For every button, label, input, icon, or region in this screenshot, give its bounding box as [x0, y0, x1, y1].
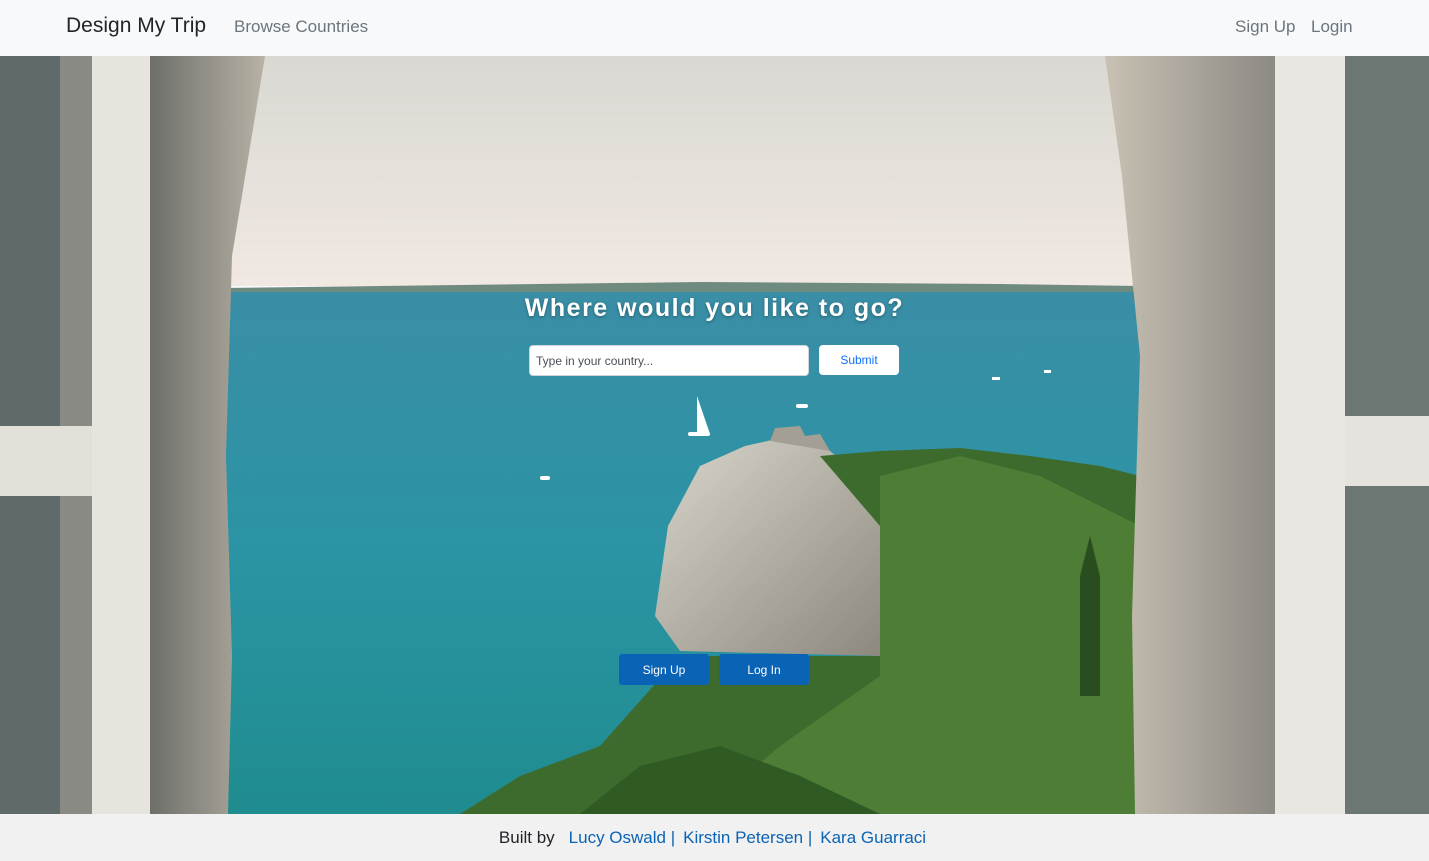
author-link-lucy[interactable]: Lucy Oswald | — [569, 828, 675, 848]
footer: Built by Lucy Oswald | Kirstin Petersen … — [0, 814, 1429, 861]
navbar: Design My Trip Browse Countries Sign Up … — [0, 0, 1429, 56]
nav-login[interactable]: Login — [1311, 17, 1353, 37]
built-by-label: Built by — [498, 827, 555, 847]
country-search-input[interactable] — [529, 345, 809, 376]
author-link-kara[interactable]: Kara Guarraci — [820, 828, 926, 848]
nav-sign-up[interactable]: Sign Up — [1235, 17, 1295, 37]
author-link-kirstin[interactable]: Kirstin Petersen | — [683, 828, 812, 848]
hero-background-image — [0, 56, 1429, 814]
brand-link[interactable]: Design My Trip — [66, 14, 206, 38]
hero-log-in-button[interactable]: Log In — [719, 654, 809, 685]
hero-title: Where would you like to go? — [524, 294, 905, 322]
hero-section: Where would you like to go? Submit Sign … — [0, 56, 1429, 814]
nav-browse-countries[interactable]: Browse Countries — [234, 17, 368, 37]
submit-button[interactable]: Submit — [819, 345, 899, 375]
hero-sign-up-button[interactable]: Sign Up — [619, 654, 709, 685]
